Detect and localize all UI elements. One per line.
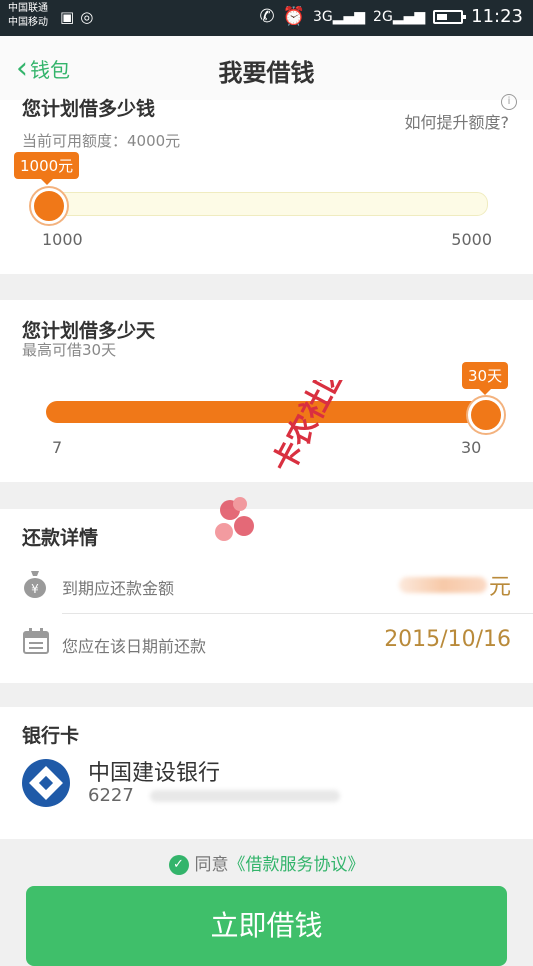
bank-card-section[interactable]: 银行卡 中国建设银行 6227	[0, 707, 533, 839]
agreement-link[interactable]: 《借款服务协议》	[229, 855, 365, 875]
ccb-logo-icon	[22, 759, 70, 807]
signal-3g-icon: 3G▂▄▆	[312, 8, 366, 25]
repay-date-row: 您应在该日期前还款 2015/10/16	[0, 613, 533, 671]
alarm-icon: ⏰	[282, 6, 305, 27]
calendar-icon	[22, 627, 50, 657]
loan-amount-card: 您计划借多少钱 i 当前可用额度：4000元 如何提升额度? 1000元 100…	[0, 94, 533, 274]
days-slider-track[interactable]	[46, 401, 486, 423]
amount-min-label: 1000	[42, 230, 83, 249]
image-notification-icon: ▣	[60, 8, 81, 26]
repay-amount-label: 到期应还款金额	[62, 579, 175, 598]
days-max-label: 30	[461, 438, 482, 457]
repay-amount-suffix: 元	[488, 575, 511, 600]
repay-date-label: 您应在该日期前还款	[62, 637, 207, 656]
bank-title: 银行卡	[22, 725, 80, 747]
svg-text:¥: ¥	[31, 582, 39, 596]
agree-prefix: 同意	[194, 855, 229, 875]
available-credit: 当前可用额度：4000元	[22, 132, 181, 150]
repayment-details-card: 还款详情 ¥ 到期应还款金额 元 您应在该日期前还款 2015/10/16	[0, 509, 533, 683]
signal-2g-icon: 2G▂▄▆	[373, 8, 426, 25]
money-bag-icon: ¥	[22, 569, 50, 599]
battery-icon	[433, 9, 467, 24]
agree-checkbox[interactable]: ✓	[168, 855, 189, 875]
raise-limit-link[interactable]: 如何提升额度?	[405, 109, 510, 133]
borrow-now-button[interactable]: 立即借钱	[26, 886, 507, 966]
repay-amount-row: ¥ 到期应还款金额 元	[0, 555, 533, 614]
card-number: 6227	[88, 785, 134, 806]
carrier-2: 中国移动	[8, 17, 48, 28]
system-status: ✆ ⏰ 3G▂▄▆ 2G▂▄▆ 11:23	[259, 6, 523, 27]
days-value-bubble: 30天	[462, 362, 509, 395]
amount-slider-track[interactable]	[34, 192, 488, 216]
days-min-label: 7	[52, 438, 63, 457]
bank-name: 中国建设银行	[88, 761, 221, 786]
carrier-info: 中国联通 中国移动	[8, 2, 48, 30]
days-slider-handle[interactable]	[468, 397, 504, 433]
max-days: 最高可借30天	[22, 341, 117, 359]
notification-icons: ▣◎	[60, 8, 99, 26]
carrier-1: 中国联通	[8, 3, 48, 14]
nav-bar: ‹ 钱包 我要借钱	[0, 36, 533, 101]
status-bar: 中国联通 中国移动 ▣◎ ✆ ⏰ 3G▂▄▆ 2G▂▄▆ 11:23	[0, 0, 533, 36]
redacted-card-number	[150, 790, 340, 802]
page-title: 我要借钱	[218, 59, 315, 87]
loan-days-card: 您计划借多少天 最高可借30天 30天 7 30	[0, 300, 533, 482]
clock: 11:23	[471, 6, 523, 27]
repay-title: 还款详情	[22, 527, 99, 549]
repay-date-value: 2015/10/16	[384, 627, 511, 652]
amount-slider-handle[interactable]	[31, 188, 67, 224]
amount-value-bubble: 1000元	[14, 152, 80, 185]
amount-max-label: 5000	[451, 230, 492, 249]
amount-title: 您计划借多少钱	[22, 98, 156, 120]
redacted-amount	[399, 577, 487, 593]
agreement-row: ✓ 同意《借款服务协议》	[0, 850, 533, 875]
info-icon[interactable]: i	[501, 94, 517, 110]
vibrate-icon: ✆	[259, 6, 275, 27]
location-icon: ◎	[80, 8, 100, 26]
